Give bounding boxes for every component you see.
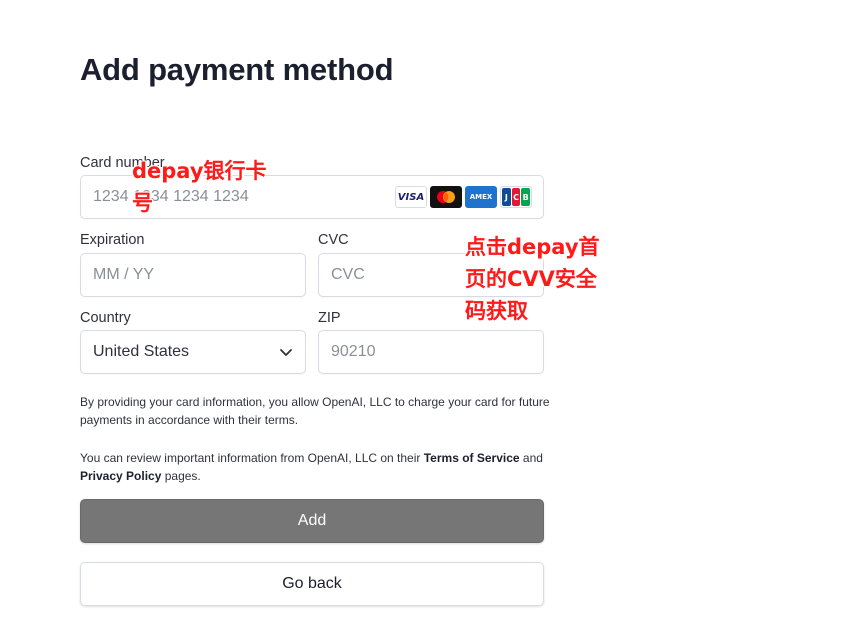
visa-icon: VISA bbox=[395, 186, 427, 208]
chevron-down-icon bbox=[280, 349, 292, 356]
zip-label: ZIP bbox=[318, 310, 341, 326]
page-title: Add payment method bbox=[80, 52, 394, 87]
cvc-label: CVC bbox=[318, 232, 349, 248]
terms-text-mid: and bbox=[519, 451, 543, 465]
cvv-annotation-line-1: 点击depay首 bbox=[465, 235, 600, 259]
terms-text: You can review important information fro… bbox=[80, 450, 550, 485]
cvv-annotation: 点击depay首 页的CVV安全 码获取 bbox=[465, 231, 600, 327]
add-payment-page: Add payment method Card number 1234 1234… bbox=[0, 0, 862, 633]
expiration-label: Expiration bbox=[80, 232, 145, 248]
country-select[interactable]: United States bbox=[80, 330, 306, 374]
card-annotation-line-1: depay银行卡 bbox=[132, 159, 267, 183]
card-annotation-line-2: 号 bbox=[132, 191, 153, 215]
zip-placeholder: 90210 bbox=[331, 343, 376, 360]
jcb-icon: J C B bbox=[500, 186, 532, 208]
cvv-annotation-line-3: 码获取 bbox=[465, 299, 528, 323]
cvv-annotation-line-2: 页的CVV安全 bbox=[465, 267, 597, 291]
consent-text: By providing your card information, you … bbox=[80, 395, 550, 427]
expiration-field[interactable]: MM / YY bbox=[80, 253, 306, 297]
country-value: United States bbox=[93, 343, 190, 360]
expiration-placeholder: MM / YY bbox=[93, 266, 155, 283]
cvc-placeholder: CVC bbox=[331, 266, 365, 283]
go-back-button[interactable]: Go back bbox=[80, 562, 544, 606]
terms-text-post: pages. bbox=[161, 468, 201, 483]
privacy-policy-link[interactable]: Privacy Policy bbox=[80, 469, 161, 483]
mastercard-icon bbox=[430, 186, 462, 208]
card-brand-icons: VISA AMEX J C B bbox=[395, 186, 532, 208]
card-number-annotation: depay银行卡 号 bbox=[132, 155, 267, 219]
terms-of-service-link[interactable]: Terms of Service bbox=[424, 451, 520, 465]
country-label: Country bbox=[80, 310, 131, 326]
terms-text-pre: You can review important information fro… bbox=[80, 451, 424, 465]
zip-field[interactable]: 90210 bbox=[318, 330, 544, 374]
amex-icon: AMEX bbox=[465, 186, 497, 208]
add-button[interactable]: Add bbox=[80, 499, 544, 543]
